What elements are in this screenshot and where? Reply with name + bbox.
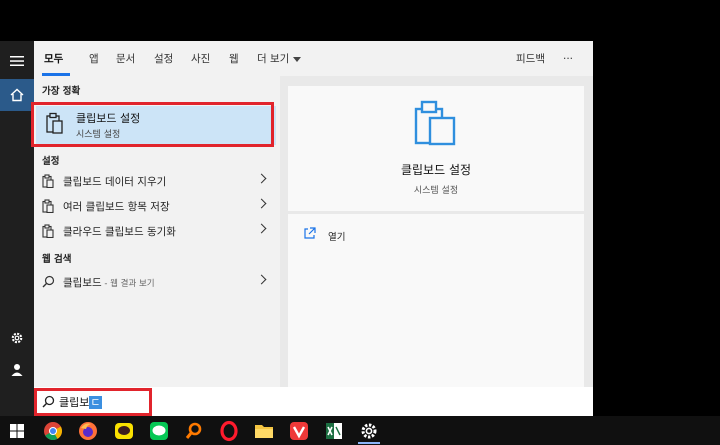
chevron-down-icon (293, 56, 302, 62)
vivaldi-icon[interactable] (288, 420, 310, 442)
search-panel: 모두 앱 문서 설정 사진 웹 더 보기 피드백 ··· 가장 정확 클립보드 … (34, 41, 593, 387)
settings-gear-icon[interactable] (0, 322, 34, 354)
open-label: 열기 (328, 232, 346, 243)
more-options-button[interactable]: ··· (563, 41, 573, 76)
chevron-right-icon[interactable] (256, 173, 267, 184)
home-icon[interactable] (0, 79, 34, 111)
search-app-icon[interactable] (183, 420, 205, 442)
clipboard-icon (42, 224, 54, 241)
open-button[interactable]: 열기 (304, 227, 345, 245)
chevron-right-icon[interactable] (256, 198, 267, 209)
list-item[interactable]: 클라우드 클립보드 동기화 (34, 219, 280, 243)
excel-icon[interactable] (323, 420, 345, 442)
detail-subtitle: 시스템 설정 (413, 186, 459, 196)
list-item-label: 여러 클립보드 항목 저장 (63, 201, 170, 213)
web-result-suffix: - 웹 결과 보기 (101, 279, 155, 289)
list-item[interactable]: 클립보드 데이터 지우기 (34, 169, 280, 193)
tab-documents[interactable]: 문서 (116, 41, 135, 76)
list-item[interactable]: 여러 클립보드 항목 저장 (34, 194, 280, 218)
tab-photos[interactable]: 사진 (191, 41, 210, 76)
kakaotalk-icon[interactable] (113, 420, 135, 442)
open-icon (304, 227, 316, 239)
web-result-item[interactable]: 클립보드 - 웹 결과 보기 (34, 270, 280, 294)
web-search-heading: 웹 검색 (42, 254, 72, 265)
list-item-label: 클립보드 데이터 지우기 (63, 176, 167, 188)
web-result-label: 클립보드 - 웹 결과 보기 (63, 275, 155, 290)
settings-icon[interactable] (358, 420, 380, 442)
tab-all[interactable]: 모두 (44, 41, 63, 76)
clipboard-icon (42, 199, 54, 216)
hamburger-menu-icon[interactable] (0, 45, 34, 77)
user-account-icon[interactable] (0, 354, 34, 386)
chevron-right-icon[interactable] (256, 274, 267, 285)
tab-settings[interactable]: 설정 (154, 41, 173, 76)
search-box-highlight-frame (34, 388, 152, 416)
clipboard-icon (42, 174, 54, 191)
line-icon[interactable] (148, 420, 170, 442)
feedback-button[interactable]: 피드백 (516, 41, 545, 76)
chevron-right-icon[interactable] (256, 223, 267, 234)
firefox-icon[interactable] (77, 420, 99, 442)
tab-web[interactable]: 웹 (229, 41, 239, 76)
detail-title: 클립보드 설정 (400, 163, 472, 177)
tab-apps[interactable]: 앱 (89, 41, 99, 76)
taskbar (0, 416, 720, 445)
detail-preview: 클립보드 설정 시스템 설정 (288, 86, 584, 211)
chrome-icon[interactable] (42, 420, 64, 442)
best-match-highlight-frame (31, 102, 274, 147)
tab-more-label: 더 보기 (257, 53, 290, 65)
windows-start-icon[interactable] (6, 420, 28, 442)
list-item-label: 클라우드 클립보드 동기화 (63, 226, 176, 238)
web-query: 클립보드 (63, 277, 102, 289)
active-app-indicator (358, 442, 380, 444)
opera-icon[interactable] (218, 420, 240, 442)
search-icon (42, 275, 55, 291)
tab-more[interactable]: 더 보기 (257, 41, 302, 76)
left-rail (0, 41, 34, 416)
filter-tabs: 모두 앱 문서 설정 사진 웹 더 보기 피드백 ··· (34, 41, 593, 76)
detail-actions: 열기 (288, 214, 584, 387)
clipboard-large-icon (414, 100, 458, 149)
settings-heading: 설정 (42, 156, 60, 167)
file-explorer-icon[interactable] (253, 420, 275, 442)
best-match-heading: 가장 정확 (42, 86, 81, 97)
